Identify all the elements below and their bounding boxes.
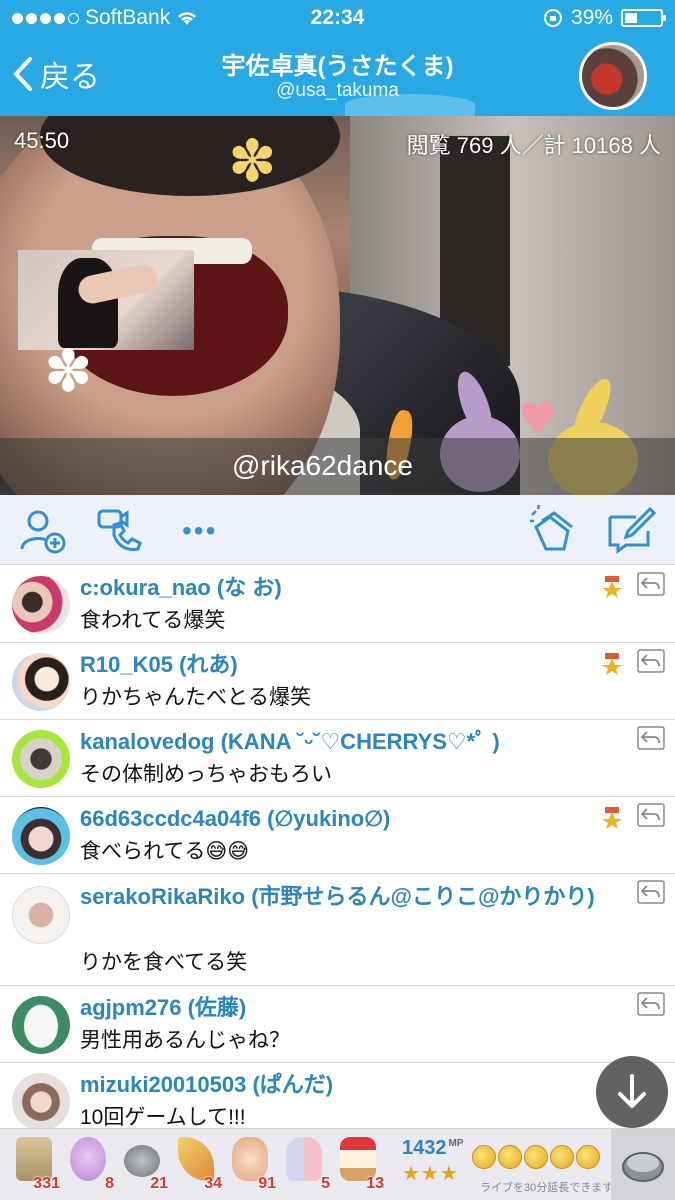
coin-icon xyxy=(576,1145,600,1169)
status-right: 39% xyxy=(543,6,666,30)
star-badge-icon xyxy=(602,653,622,675)
avatar[interactable] xyxy=(12,807,70,865)
gift-item-tea[interactable]: 331 xyxy=(8,1135,60,1195)
extend-coins[interactable] xyxy=(472,1145,600,1169)
gift-count: 91 xyxy=(258,1175,276,1192)
gift-count: 13 xyxy=(366,1175,384,1192)
coin-icon xyxy=(524,1145,548,1169)
comment-author[interactable]: 66d63ccdc4a04f6 (∅yukino∅) xyxy=(80,803,613,835)
gift-count: 8 xyxy=(105,1175,114,1192)
gift-item-bear[interactable]: 8 xyxy=(62,1135,114,1195)
call-icon[interactable] xyxy=(96,505,146,555)
compose-icon[interactable] xyxy=(606,505,656,555)
rotation-lock-icon xyxy=(543,9,562,27)
battery-percent: 39% xyxy=(570,6,613,29)
gift-bar: 331 8 21 34 91 5 13 1432 MP ★★★ ライブを30分延長… xyxy=(0,1128,675,1200)
avatar[interactable] xyxy=(12,886,70,944)
comment-author[interactable]: R10_K05 (れあ) xyxy=(80,649,613,681)
mp-points: 1432 MP xyxy=(402,1137,464,1160)
broadcaster-handle: @usa_takuma xyxy=(276,80,399,101)
comment-list[interactable]: c:okura_nao (な お) 食われてる爆笑 R10_K05 (れあ) り… xyxy=(0,566,675,1128)
avatar[interactable] xyxy=(12,1073,70,1128)
mp-value: 1432 xyxy=(402,1137,447,1159)
reply-icon[interactable] xyxy=(637,726,665,750)
gift-count: 21 xyxy=(150,1175,168,1192)
scroll-down-button[interactable] xyxy=(596,1056,668,1128)
comment-item: 66d63ccdc4a04f6 (∅yukino∅) 食べられてる😅😅 xyxy=(0,797,675,874)
extend-note: ライブを30分延長できます。 xyxy=(480,1182,624,1194)
reply-icon[interactable] xyxy=(637,572,665,596)
gift-item-coin[interactable]: 21 xyxy=(116,1135,168,1195)
comment-text: その体制めっちゃおもろい xyxy=(80,763,332,786)
broadcaster-avatar[interactable] xyxy=(579,42,647,110)
comment-item: agjpm276 (佐藤) 男性用あるんじゃね？ xyxy=(0,986,675,1063)
header: SoftBank 22:34 39% 戻る 宇佐卓真(うさたくま) @usa_t… xyxy=(0,0,675,116)
gift-item-cracker[interactable]: 34 xyxy=(170,1135,222,1195)
gift-item-last[interactable] xyxy=(611,1129,675,1200)
star-badge-icon xyxy=(602,807,622,829)
gift-item-clap[interactable]: 91 xyxy=(224,1135,276,1195)
comment-text: 食われてる爆笑 xyxy=(80,609,226,632)
viewer-count: 閲覧 769 人／計 10168 人 xyxy=(406,133,661,158)
avatar[interactable] xyxy=(12,996,70,1054)
comment-author[interactable]: mizuki20010503 (ぱんだ) xyxy=(80,1069,613,1101)
flower-sticker-icon: ✽ xyxy=(44,337,93,405)
comment-text: りかちゃんたべとる爆笑 xyxy=(80,686,311,709)
flower-sticker-icon: ✽ xyxy=(228,127,277,195)
arrow-down-icon xyxy=(618,1074,646,1108)
inset-photo xyxy=(18,250,194,350)
gift-count: 34 xyxy=(204,1175,222,1192)
bunny-icon xyxy=(286,1137,322,1181)
status-bar: SoftBank 22:34 39% xyxy=(0,0,675,36)
elapsed-time: 45:50 xyxy=(14,128,70,153)
comment-text: 10回ゲームして!!! xyxy=(80,1106,246,1128)
comment-author[interactable]: serakoRikaRiko (市野せらるん@こりこ@かりかり) xyxy=(80,880,613,914)
comment-author[interactable]: agjpm276 (佐藤) xyxy=(80,992,613,1024)
action-toolbar: ••• xyxy=(0,495,675,565)
battery-icon xyxy=(621,9,666,27)
gift-count: 331 xyxy=(33,1175,60,1192)
gift-item-bunny[interactable]: 5 xyxy=(278,1135,330,1195)
gift-count: 5 xyxy=(321,1175,330,1192)
reply-icon[interactable] xyxy=(637,803,665,827)
comment-item: serakoRikaRiko (市野せらるん@こりこ@かりかり) りかを食べてる… xyxy=(0,874,675,986)
comment-item: R10_K05 (れあ) りかちゃんたべとる爆笑 xyxy=(0,643,675,720)
avatar[interactable] xyxy=(12,653,70,711)
coin-icon xyxy=(472,1145,496,1169)
coin-icon xyxy=(498,1145,522,1169)
comment-text: 男性用あるんじゃね？ xyxy=(80,1029,290,1052)
avatar[interactable] xyxy=(12,730,70,788)
more-icon[interactable]: ••• xyxy=(182,517,217,545)
star-badge-icon xyxy=(602,576,622,598)
video-caption: @rika62dance xyxy=(232,450,413,481)
page-title: 宇佐卓真(うさたくま) xyxy=(221,53,454,80)
comment-item: mizuki20010503 (ぱんだ) 10回ゲームして!!! xyxy=(0,1063,675,1128)
clap-icon[interactable] xyxy=(528,505,578,555)
mp-unit: MP xyxy=(448,1138,464,1150)
reply-icon[interactable] xyxy=(637,880,665,904)
avatar[interactable] xyxy=(12,576,70,634)
coin-icon xyxy=(550,1145,574,1169)
comment-text: りかを食べてる笑 xyxy=(80,951,248,974)
bear-icon xyxy=(70,1137,106,1181)
add-user-icon[interactable] xyxy=(18,505,68,555)
gift-item-cake[interactable]: 13 xyxy=(332,1135,384,1195)
reply-icon[interactable] xyxy=(637,992,665,1016)
coin-icon xyxy=(124,1145,160,1177)
coin-icon xyxy=(622,1152,664,1182)
comment-text: 食べられてる😅😅 xyxy=(80,840,250,863)
live-video[interactable]: ✽ ✽ ♥ 45:50 閲覧 769 人／計 10168 人 @rika62da… xyxy=(0,116,675,495)
comment-author[interactable]: c:okura_nao (な お) xyxy=(80,572,613,604)
reply-icon[interactable] xyxy=(637,649,665,673)
comment-author[interactable]: kanalovedog (KANA ˘ᵕ˘♡CHERRYS♡*ﾟ ) xyxy=(80,726,613,758)
comment-item: c:okura_nao (な お) 食われてる爆笑 xyxy=(0,566,675,643)
comment-item: kanalovedog (KANA ˘ᵕ˘♡CHERRYS♡*ﾟ ) その体制め… xyxy=(0,720,675,797)
rank-stars: ★★★ xyxy=(402,1163,459,1185)
